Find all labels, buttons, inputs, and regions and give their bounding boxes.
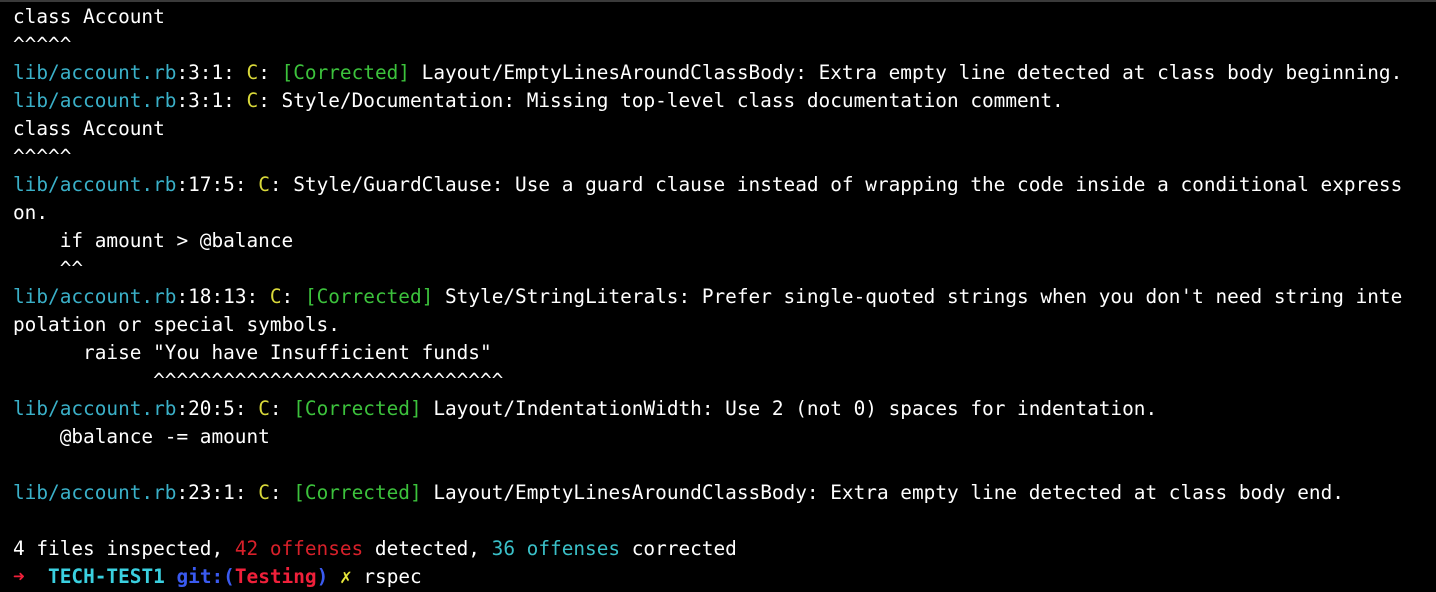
severity-code: C	[246, 89, 259, 112]
code-line: class Account	[13, 117, 165, 140]
corrected-count: 36 offenses	[491, 537, 621, 560]
terminal-window[interactable]: class Account ^^^^^ lib/account.rb:3:1: C:…	[0, 0, 1436, 592]
summary-prefix: 4 files inspected,	[13, 537, 235, 560]
shell-prompt[interactable]: ➜ TECH-TEST1 git:(Testing) ✗ rspec	[13, 563, 1436, 591]
corrected-tag: [Corrected]	[293, 397, 422, 420]
summary-middle: detected,	[363, 537, 492, 560]
severity-separator: :	[269, 397, 294, 420]
terminal-output: class Account ^^^^^ lib/account.rb:3:1: C:…	[13, 3, 1436, 591]
code-line: polation or special symbols.	[13, 313, 340, 336]
summary-suffix: corrected	[620, 537, 737, 560]
offense-line: lib/account.rb:23:1: C: [Corrected] Layo…	[13, 479, 1436, 507]
file-path: lib/account.rb	[13, 89, 177, 112]
line-position: :3:1:	[176, 61, 247, 84]
offense-line: lib/account.rb:3:1: C: Style/Documentati…	[13, 87, 1436, 115]
line-position: :17:5:	[176, 173, 259, 196]
code-line: raise "You have Insufficient funds"	[13, 341, 492, 364]
severity-separator: :	[258, 61, 282, 84]
offense-count: 42 offenses	[234, 537, 364, 560]
dirty-mark-icon: ✗	[339, 565, 352, 588]
offense-line: lib/account.rb:3:1: C: [Corrected] Layou…	[13, 59, 1436, 87]
terminal-line-summary: 4 files inspected, 42 offenses detected,…	[13, 535, 1436, 563]
corrected-tag: [Corrected]	[304, 285, 434, 308]
file-path: lib/account.rb	[13, 481, 177, 504]
offense-message: Layout/IndentationWidth: Use 2 (not 0) s…	[421, 397, 1158, 420]
code-line: on.	[13, 201, 49, 224]
caret-marker-line: ^^	[13, 257, 84, 280]
prompt-git-branch: Testing	[234, 565, 317, 588]
line-position: :18:13:	[176, 285, 270, 308]
severity-code: C	[258, 397, 270, 420]
file-path: lib/account.rb	[13, 285, 177, 308]
corrected-tag: [Corrected]	[281, 61, 410, 84]
severity-code: C	[258, 481, 270, 504]
prompt-directory: TECH-TEST1	[48, 565, 165, 588]
severity-code: C	[246, 61, 259, 84]
line-position: :3:1:	[176, 89, 247, 112]
code-line: class Account	[13, 5, 165, 28]
caret-marker-line: ^^^^^	[13, 33, 72, 56]
caret-marker-line: ^^^^^^^^^^^^^^^^^^^^^^^^^^^^^^	[13, 369, 504, 392]
offense-line: lib/account.rb:18:13: C: [Corrected] Sty…	[13, 283, 1436, 311]
line-position: :23:1:	[176, 481, 259, 504]
severity-separator: :	[269, 173, 294, 196]
offense-message: Layout/EmptyLinesAroundClassBody: Extra …	[421, 481, 1344, 504]
severity-separator: :	[269, 481, 294, 504]
severity-separator: :	[258, 89, 282, 112]
severity-code: C	[269, 285, 282, 308]
corrected-tag: [Corrected]	[293, 481, 422, 504]
prompt-git-label: git:(	[176, 565, 235, 588]
offense-line: lib/account.rb:20:5: C: [Corrected] Layo…	[13, 395, 1436, 423]
offense-message: Style/StringLiterals: Prefer single-quot…	[433, 285, 1403, 308]
prompt-arrow-icon: ➜	[13, 565, 25, 588]
caret-marker-line: ^^^^^	[13, 145, 72, 168]
severity-code: C	[258, 173, 270, 196]
offense-message: Layout/EmptyLinesAroundClassBody: Extra …	[409, 61, 1403, 84]
line-position: :20:5:	[176, 397, 259, 420]
file-path: lib/account.rb	[13, 397, 177, 420]
prompt-command[interactable]: rspec	[363, 565, 421, 588]
code-line: @balance -= amount	[13, 425, 270, 448]
offense-line: lib/account.rb:17:5: C: Style/GuardClaus…	[13, 171, 1436, 199]
severity-separator: :	[281, 285, 305, 308]
offense-message: Style/Documentation: Missing top-level c…	[281, 89, 1064, 112]
offense-message: Style/GuardClause: Use a guard clause in…	[293, 173, 1403, 196]
file-path: lib/account.rb	[13, 173, 177, 196]
prompt-git-close: )	[316, 565, 329, 588]
code-line: if amount > @balance	[13, 229, 294, 252]
file-path: lib/account.rb	[13, 61, 177, 84]
